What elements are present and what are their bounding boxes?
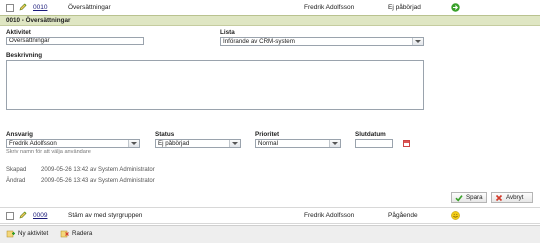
chevron-down-icon[interactable] — [412, 38, 423, 45]
beskrivning-label: Beskrivning — [6, 52, 43, 59]
status-select-value: Ej påbörjad — [158, 140, 190, 147]
row-id-link[interactable]: 0010 — [33, 4, 47, 11]
close-icon — [495, 194, 503, 202]
status-label: Status — [155, 131, 175, 138]
edit-panel-header: 0010 - Översättningar — [0, 15, 540, 26]
chevron-down-icon[interactable] — [128, 140, 139, 147]
smiley-icon[interactable] — [451, 211, 460, 220]
row-status: Ej påbörjad — [388, 4, 421, 11]
lista-label: Lista — [220, 29, 235, 36]
ansvarig-select[interactable]: Fredrik Adolfsson — [6, 139, 140, 148]
row-checkbox[interactable] — [6, 212, 14, 220]
beskrivning-textarea[interactable] — [6, 60, 424, 110]
chevron-down-icon[interactable] — [329, 140, 340, 147]
row-checkbox[interactable] — [6, 4, 14, 12]
new-activity-button[interactable]: Ny aktivitet — [6, 229, 48, 239]
slutdatum-label: Slutdatum — [355, 131, 386, 138]
cancel-button[interactable]: Avbryt — [491, 192, 533, 203]
slutdatum-input[interactable] — [355, 139, 393, 148]
ansvarig-label: Ansvarig — [6, 131, 33, 138]
aktivitet-label: Aktivitet — [6, 29, 31, 36]
new-activity-label: Ny aktivitet — [18, 230, 49, 237]
row-name: Översättningar — [68, 4, 111, 11]
delete-button[interactable]: Radera — [60, 229, 92, 239]
cancel-button-label: Avbryt — [506, 194, 524, 201]
prioritet-select[interactable]: Normal — [255, 139, 341, 148]
aktivitet-input[interactable]: Översättningar — [6, 37, 144, 45]
andrad-label: Ändrad — [6, 178, 26, 184]
save-button-label: Spara — [466, 194, 483, 201]
row-id-link[interactable]: 0009 — [33, 212, 47, 219]
table-row[interactable]: 0010 Översättningar Fredrik Adolfsson Ej… — [0, 0, 540, 16]
prioritet-label: Prioritet — [255, 131, 280, 138]
save-button[interactable]: Spara — [451, 192, 487, 203]
delete-label: Radera — [72, 230, 93, 237]
pencil-icon[interactable] — [19, 3, 27, 11]
check-icon — [455, 195, 463, 202]
table-row[interactable]: 0009 Stäm av med styrgruppen Fredrik Ado… — [0, 207, 540, 224]
edit-panel-title: 0010 - Översättningar — [6, 17, 71, 24]
footer-toolbar: Ny aktivitet Radera — [0, 225, 540, 243]
row-name: Stäm av med styrgruppen — [68, 212, 143, 219]
skapad-value: 2009-05-26 13:42 av System Administrator — [41, 167, 155, 173]
pencil-icon[interactable] — [19, 211, 27, 219]
lista-select[interactable]: Införande av CRM-system — [220, 37, 424, 46]
ansvarig-select-value: Fredrik Adolfsson — [9, 140, 57, 147]
row-status: Pågående — [388, 212, 418, 219]
lista-select-value: Införande av CRM-system — [223, 38, 295, 45]
prioritet-select-value: Normal — [258, 140, 278, 147]
calendar-icon[interactable] — [403, 140, 410, 147]
ansvarig-hint: Skriv namn för att välja användare — [6, 149, 91, 155]
row-owner: Fredrik Adolfsson — [304, 212, 355, 219]
go-arrow-icon[interactable] — [451, 3, 460, 12]
andrad-value: 2009-05-26 13:43 av System Administrator — [41, 178, 155, 184]
delete-icon — [60, 230, 69, 238]
row-owner: Fredrik Adolfsson — [304, 4, 355, 11]
status-select[interactable]: Ej påbörjad — [155, 139, 241, 148]
skapad-label: Skapad — [6, 167, 27, 173]
chevron-down-icon[interactable] — [229, 140, 240, 147]
add-icon — [6, 230, 15, 238]
